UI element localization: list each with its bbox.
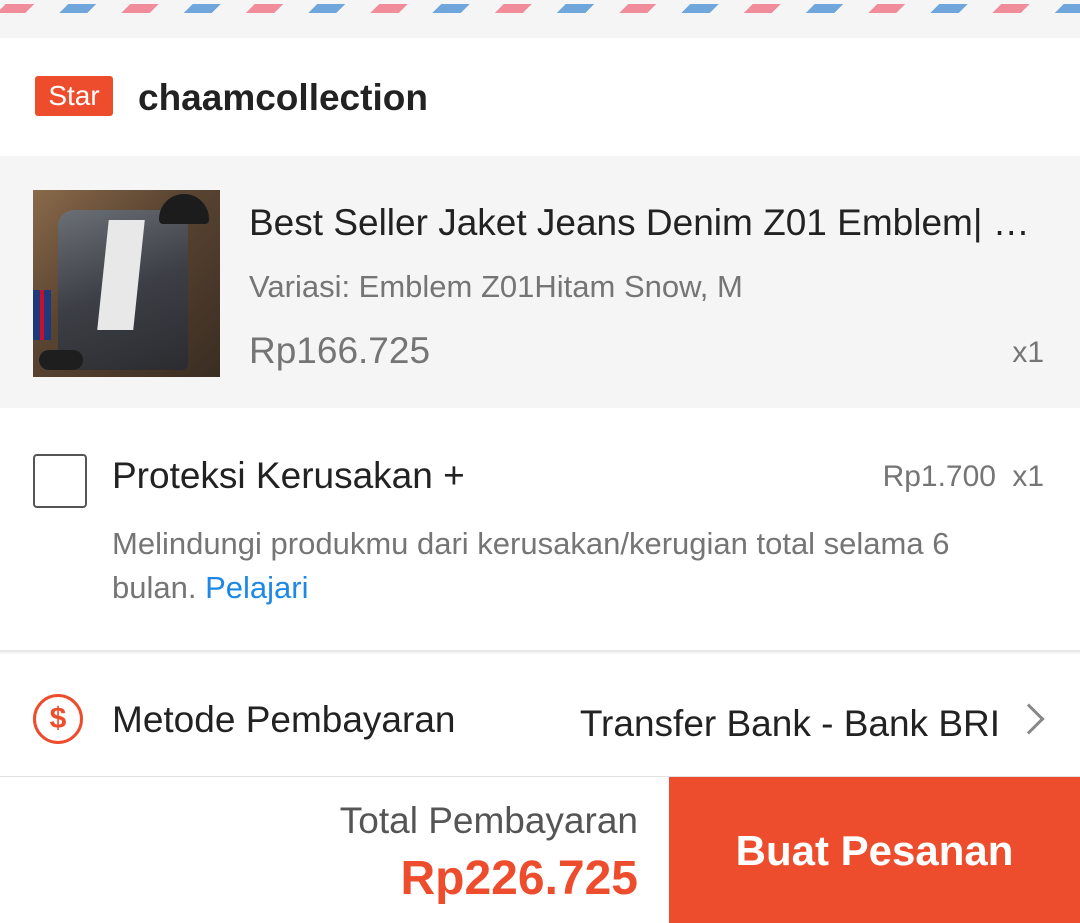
- shop-name[interactable]: chaamcollection: [138, 76, 428, 120]
- total-payment-label: Total Pembayaran: [339, 800, 638, 841]
- damage-protection-section: Proteksi Kerusakan + Rp1.700 x1 Melindun…: [0, 408, 1080, 652]
- checkout-footer: Total Pembayaran Rp226.725 Buat Pesanan: [0, 776, 1080, 923]
- product-item[interactable]: Best Seller Jaket Jeans Denim Z01 Emblem…: [0, 156, 1080, 408]
- shoe-graphic: [39, 350, 83, 370]
- flag-graphic: [33, 290, 51, 340]
- star-badge: Star: [35, 76, 113, 116]
- place-order-button[interactable]: Buat Pesanan: [669, 777, 1080, 923]
- dollar-circle-icon: $: [33, 694, 83, 744]
- payment-method-value: Transfer Bank - Bank BRI: [579, 703, 1000, 744]
- product-quantity: x1: [1012, 336, 1044, 369]
- chevron-right-icon: [1013, 703, 1045, 735]
- cap-graphic: [159, 194, 209, 224]
- protection-checkbox[interactable]: [33, 454, 87, 508]
- protection-description: Melindungi produkmu dari kerusakan/kerug…: [112, 522, 1042, 610]
- product-variant: Variasi: Emblem Z01Hitam Snow, M: [249, 269, 743, 304]
- product-image[interactable]: [33, 190, 220, 377]
- airmail-border: [0, 0, 1080, 16]
- protection-title: Proteksi Kerusakan +: [112, 455, 465, 496]
- shop-header: Star chaamcollection: [0, 38, 1080, 156]
- payment-method-row[interactable]: $ Metode Pembayaran Transfer Bank - Bank…: [0, 654, 1080, 776]
- learn-more-link[interactable]: Pelajari: [205, 570, 308, 605]
- total-payment-value: Rp226.725: [400, 852, 639, 905]
- protection-quantity: x1: [1012, 460, 1044, 493]
- payment-method-label: Metode Pembayaran: [112, 699, 456, 740]
- product-title: Best Seller Jaket Jeans Denim Z01 Emblem…: [249, 202, 1049, 243]
- product-price: Rp166.725: [249, 330, 431, 371]
- protection-price: Rp1.700: [882, 460, 996, 493]
